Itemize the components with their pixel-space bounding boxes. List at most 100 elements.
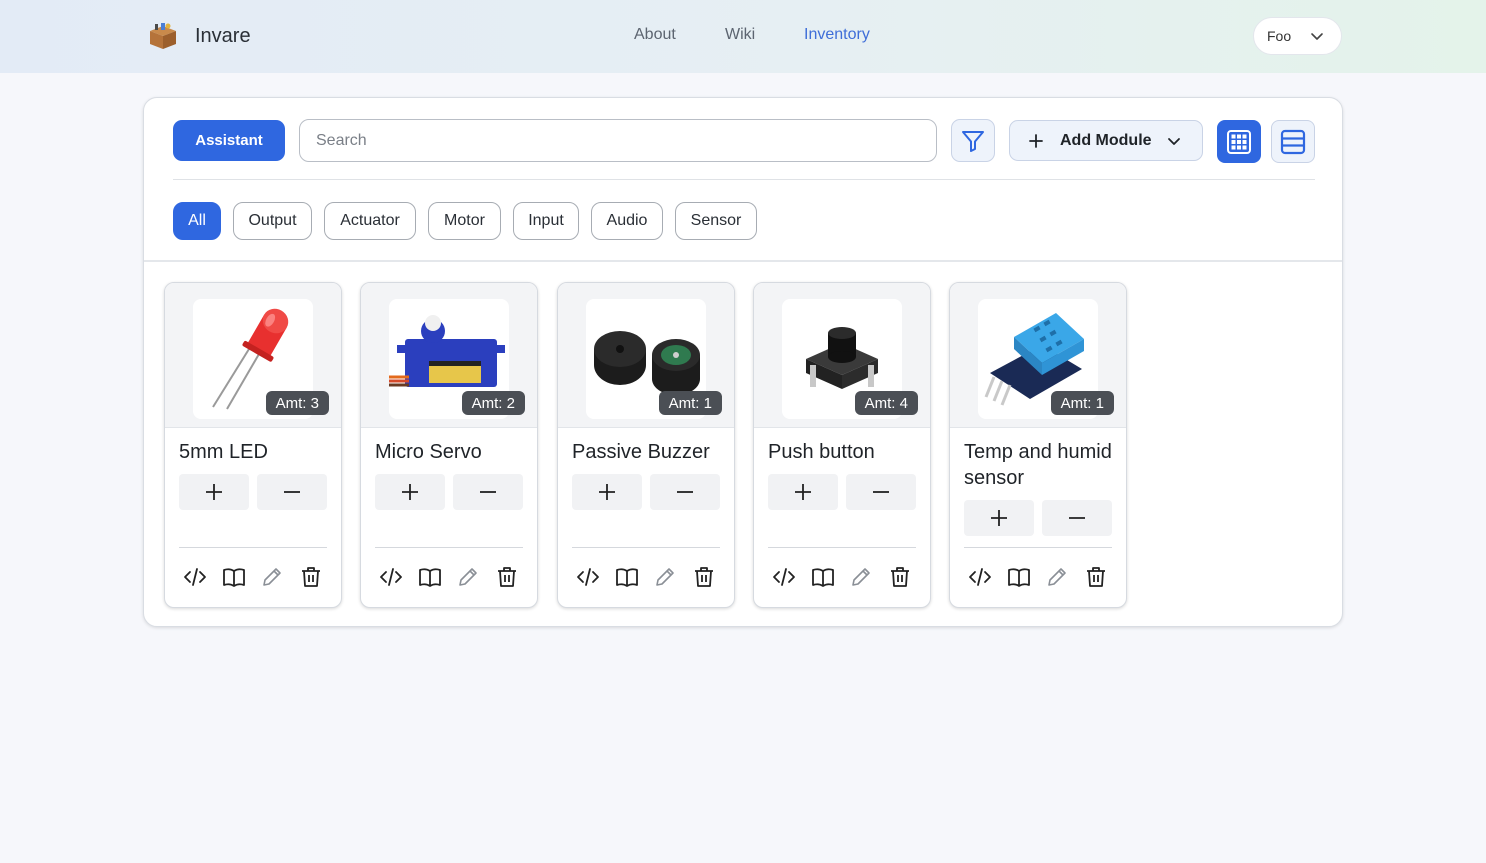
inventory-panel: Assistant Add Module All Output Actuator… [143,97,1343,627]
chip-audio[interactable]: Audio [591,202,663,240]
edit-button[interactable] [259,564,285,590]
filter-button[interactable] [951,119,995,162]
nav-about[interactable]: About [634,26,676,44]
increase-button[interactable] [375,474,445,510]
plus-icon [1029,133,1043,148]
card-divider [179,547,327,548]
module-name: Push button [768,441,875,463]
code-icon [773,568,795,586]
chip-input[interactable]: Input [513,202,579,240]
delete-button[interactable] [494,564,520,590]
module-media: Amt: 4 [754,283,930,428]
trash-icon [302,567,320,587]
code-button[interactable] [771,564,797,590]
code-icon [184,568,206,586]
decrease-button[interactable] [453,474,523,510]
pencil-icon [852,568,870,586]
increase-button[interactable] [572,474,642,510]
amount-badge: Amt: 4 [854,391,918,415]
chip-motor[interactable]: Motor [428,202,501,240]
minus-icon [1069,517,1085,519]
amount-badge: Amt: 1 [1050,391,1114,415]
book-icon [1008,568,1030,587]
trash-icon [695,567,713,587]
decrease-button[interactable] [846,474,916,510]
edit-button[interactable] [1044,564,1070,590]
trash-icon [891,567,909,587]
code-icon [577,568,599,586]
section-divider [144,260,1342,262]
chevron-down-icon [1168,138,1180,145]
edit-button[interactable] [848,564,874,590]
filter-icon [962,130,984,152]
plus-icon [795,484,811,500]
decrease-button[interactable] [1042,500,1112,536]
increase-button[interactable] [768,474,838,510]
module-card[interactable]: Amt: 1 Temp and humid sensor [949,282,1127,608]
delete-button[interactable] [1083,564,1109,590]
module-card[interactable]: Amt: 2 Micro Servo [360,282,538,608]
increase-button[interactable] [179,474,249,510]
grid-icon [1227,129,1251,154]
add-module-button[interactable]: Add Module [1009,120,1203,161]
module-card[interactable]: Amt: 3 5mm LED [164,282,342,608]
edit-button[interactable] [455,564,481,590]
top-bar: Invare About Wiki Inventory Foo [0,0,1486,73]
delete-button[interactable] [887,564,913,590]
decrease-button[interactable] [650,474,720,510]
book-icon [223,568,245,587]
list-view-button[interactable] [1271,120,1315,163]
book-icon [812,568,834,587]
module-name: Passive Buzzer [572,441,710,463]
nav-wiki[interactable]: Wiki [725,26,755,44]
pencil-icon [263,568,281,586]
amount-badge: Amt: 1 [658,391,722,415]
delete-button[interactable] [691,564,717,590]
plus-icon [991,510,1007,526]
code-icon [969,568,991,586]
docs-button[interactable] [1006,564,1032,590]
docs-button[interactable] [221,564,247,590]
chevron-down-icon [1311,33,1323,40]
minus-icon [284,491,300,493]
module-card[interactable]: Amt: 1 Passive Buzzer [557,282,735,608]
plus-icon [599,484,615,500]
pencil-icon [1048,568,1066,586]
minus-icon [677,491,693,493]
pencil-icon [656,568,674,586]
plus-icon [402,484,418,500]
module-media: Amt: 2 [361,283,537,428]
code-button[interactable] [182,564,208,590]
code-button[interactable] [378,564,404,590]
module-name: Temp and humid sensor [964,441,1112,489]
card-divider [964,547,1112,548]
edit-button[interactable] [652,564,678,590]
chip-sensor[interactable]: Sensor [675,202,757,240]
trash-icon [1087,567,1105,587]
chip-output[interactable]: Output [233,202,312,240]
delete-button[interactable] [298,564,324,590]
pencil-icon [459,568,477,586]
book-icon [616,568,638,587]
docs-button[interactable] [417,564,443,590]
docs-button[interactable] [614,564,640,590]
increase-button[interactable] [964,500,1034,536]
chip-actuator[interactable]: Actuator [324,202,416,240]
toolbar-divider [173,179,1315,180]
user-menu[interactable]: Foo [1253,17,1342,55]
module-media: Amt: 1 [950,283,1126,428]
assistant-button[interactable]: Assistant [173,120,285,161]
search-input[interactable] [299,119,937,162]
code-icon [380,568,402,586]
chip-all[interactable]: All [173,202,221,240]
decrease-button[interactable] [257,474,327,510]
minus-icon [873,491,889,493]
module-media: Amt: 1 [558,283,734,428]
grid-view-button[interactable] [1217,120,1261,163]
code-button[interactable] [967,564,993,590]
docs-button[interactable] [810,564,836,590]
nav-inventory[interactable]: Inventory [804,26,870,44]
list-icon [1280,129,1306,154]
module-card[interactable]: Amt: 4 Push button [753,282,931,608]
code-button[interactable] [575,564,601,590]
